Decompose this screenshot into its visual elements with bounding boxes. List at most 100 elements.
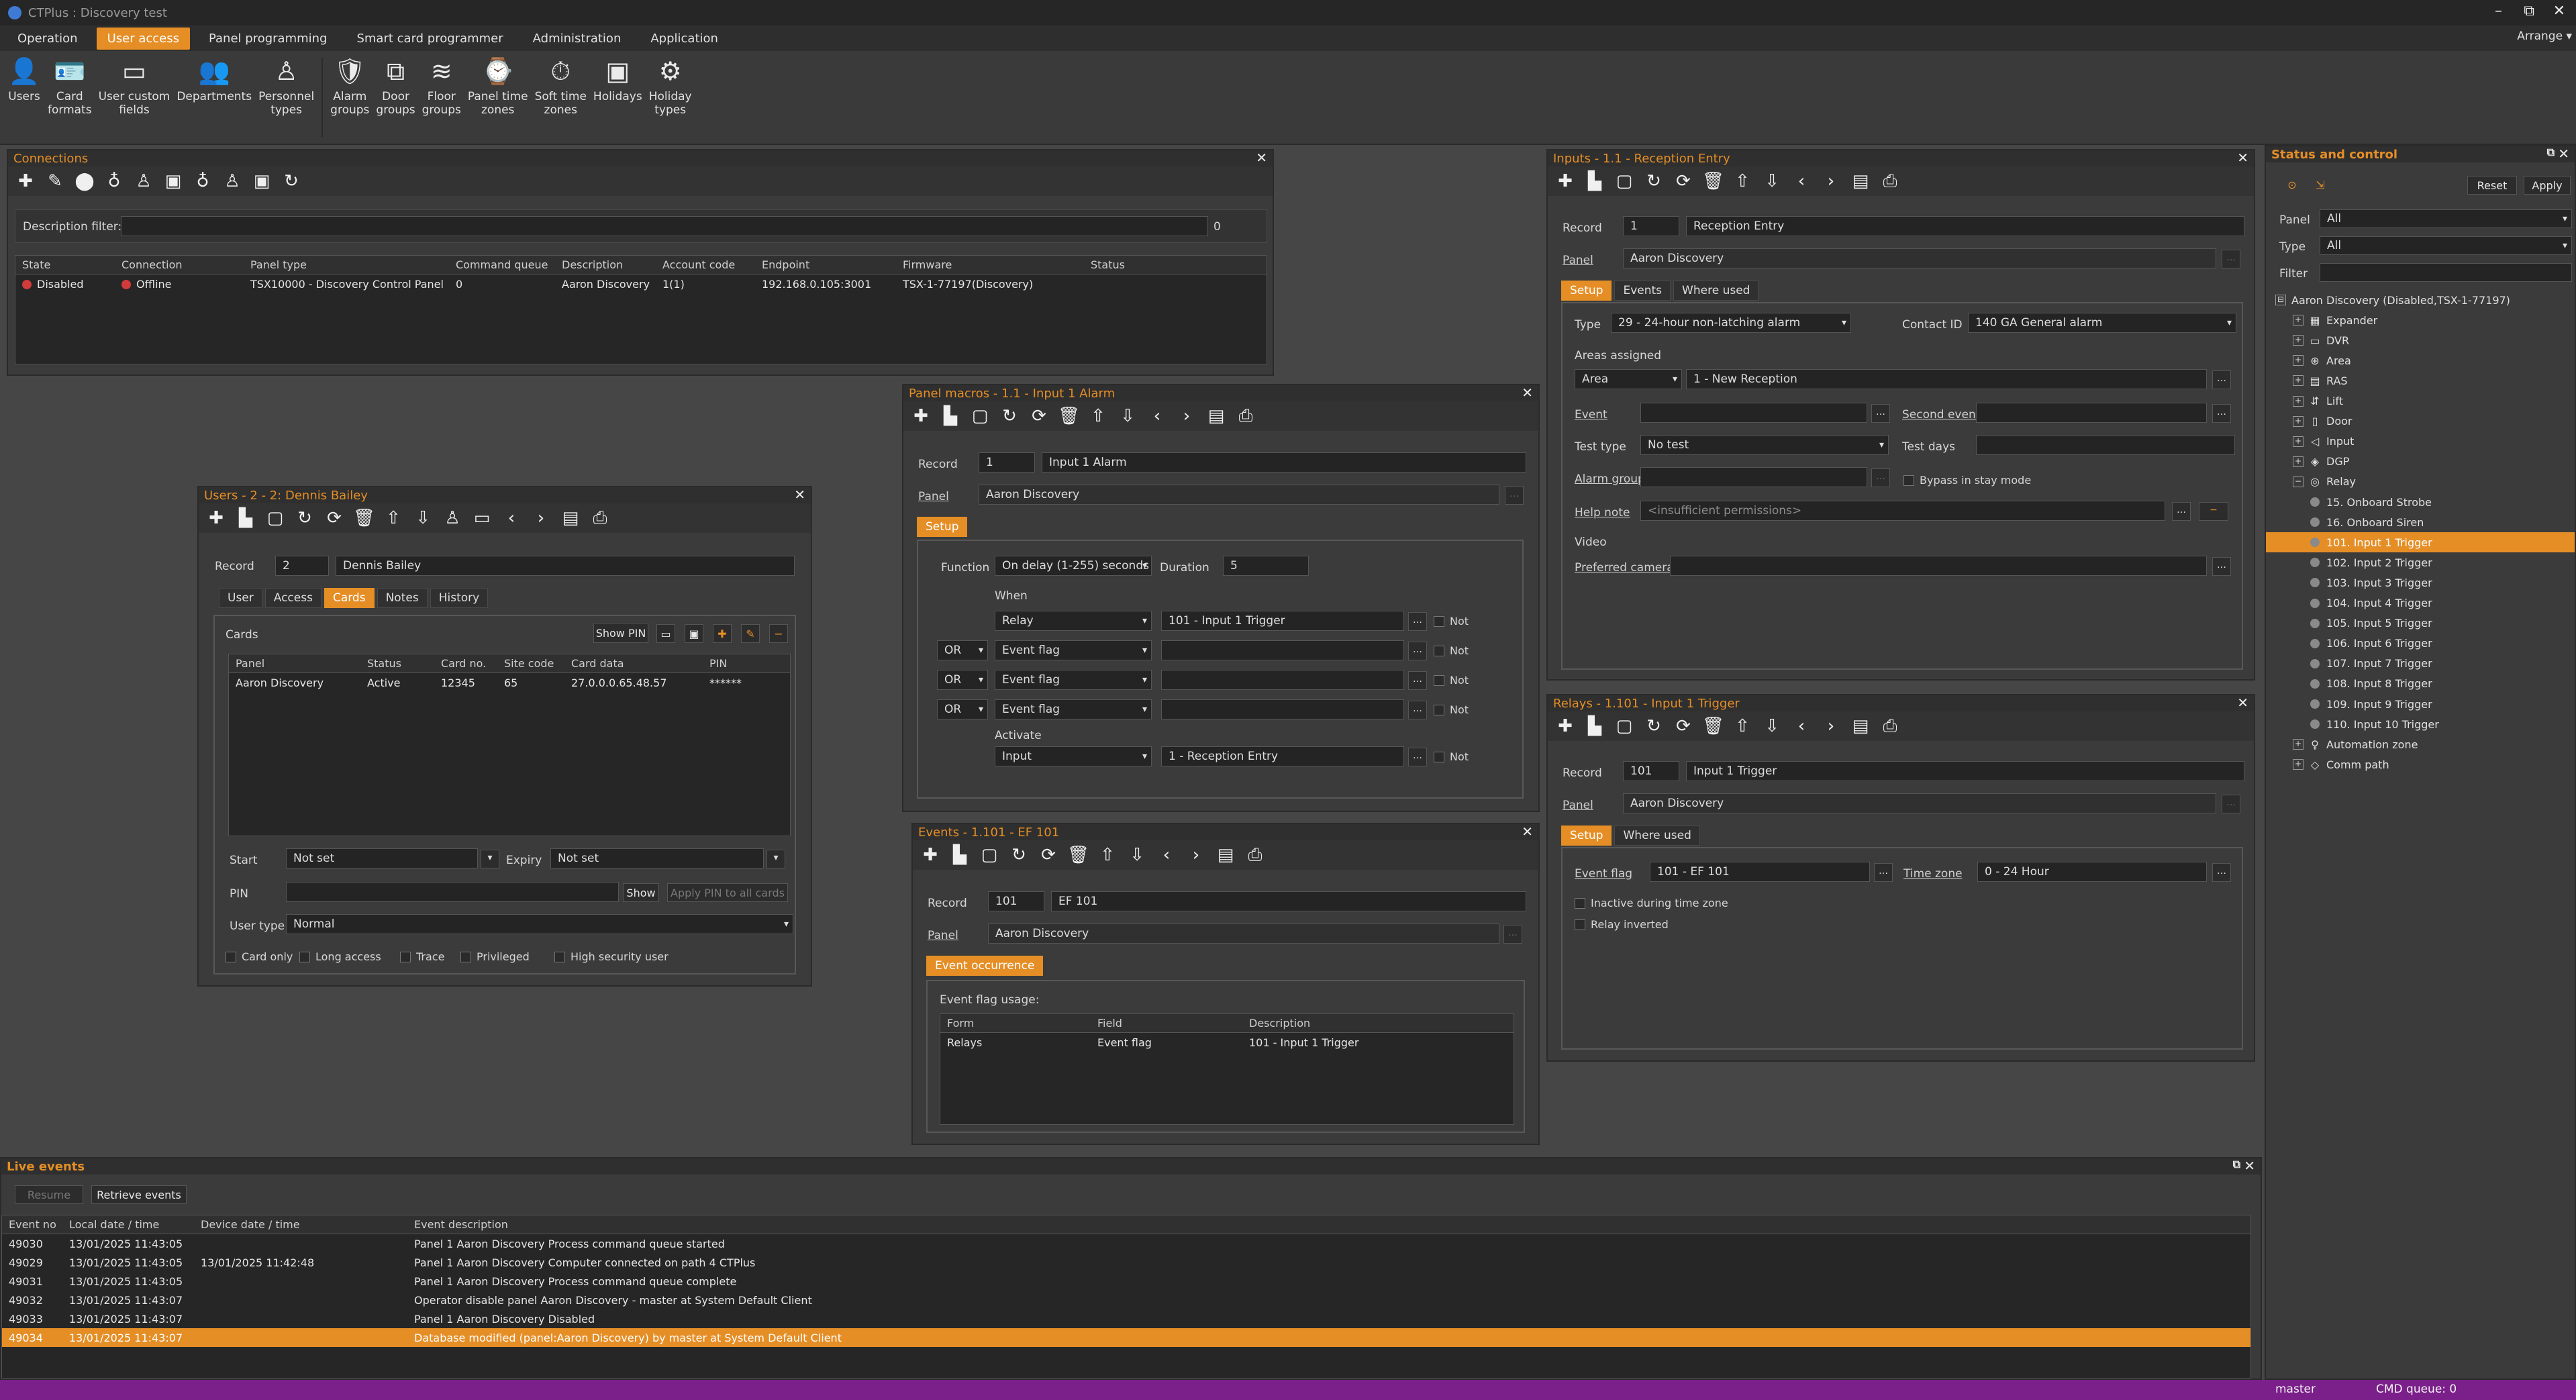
expand-icon[interactable]: + — [2293, 739, 2303, 750]
delete-icon[interactable]: 🗑 — [1702, 171, 1724, 191]
event-browse-button[interactable]: … — [1871, 404, 1890, 423]
pin-icon[interactable]: ⧉ — [2547, 146, 2555, 159]
print-icon[interactable]: ⎙ — [1244, 845, 1266, 865]
edit-icon[interactable]: ✎ — [44, 171, 66, 191]
ribbon-card-formats-button[interactable]: 🪪 Card formats — [44, 51, 95, 144]
delete-icon[interactable]: 🗑 — [353, 508, 375, 528]
tree-item-102-input-2-trigger[interactable]: 102. Input 2 Trigger — [2266, 552, 2575, 572]
column-header[interactable]: Status — [1084, 258, 1218, 271]
column-header[interactable]: Firmware — [896, 258, 1084, 271]
column-header[interactable]: Local date / time — [62, 1218, 194, 1231]
upload-icon[interactable]: ⇧ — [1087, 406, 1109, 426]
ribbon-personnel-types-button[interactable]: ♙ Personnel types — [255, 51, 317, 144]
save-icon[interactable]: ▙ — [235, 508, 256, 528]
expand-icon[interactable]: + — [2293, 355, 2303, 366]
record-number-field[interactable]: 2 — [275, 556, 329, 576]
user-icon[interactable]: ♙ — [133, 171, 154, 191]
column-header[interactable]: Device date / time — [194, 1218, 407, 1231]
panel-link[interactable]: Panel — [1563, 254, 1593, 267]
close-icon[interactable]: ✕ — [2558, 146, 2569, 162]
close-icon[interactable]: ✕ — [1256, 150, 1267, 166]
alarm-group-browse-button[interactable]: … — [1871, 468, 1890, 487]
tab-notes[interactable]: Notes — [377, 588, 428, 608]
ribbon-users-button[interactable]: 👤 Users — [4, 51, 44, 144]
table-row[interactable]: 49032 13/01/2025 11:43:07 Operator disable… — [2, 1291, 2250, 1309]
report-icon[interactable]: ▤ — [560, 508, 581, 528]
upload-icon[interactable]: ⇧ — [1732, 716, 1753, 736]
activate-type-select[interactable]: Input ▾ — [995, 746, 1152, 766]
print-icon[interactable]: ⎙ — [1879, 171, 1901, 191]
copy-icon[interactable]: ▢ — [264, 508, 286, 528]
pin-field[interactable] — [286, 882, 619, 902]
long-access-checkbox[interactable]: Long access — [299, 950, 381, 963]
type-filter-select[interactable]: All ▾ — [2320, 236, 2572, 255]
circle-icon[interactable]: ⬤ — [74, 171, 95, 191]
record-number-field[interactable]: 1 — [1623, 216, 1679, 236]
reload-icon[interactable]: ⟳ — [1028, 406, 1050, 426]
collapse-icon[interactable]: ⊟ — [2275, 295, 2286, 305]
minimize-icon[interactable]: – — [2495, 3, 2502, 19]
next-icon[interactable]: › — [1185, 845, 1207, 865]
condition-browse-button[interactable]: … — [1408, 612, 1427, 631]
condition-type-select[interactable]: Relay ▾ — [995, 611, 1152, 631]
control-view-icon[interactable]: ⇲ — [2309, 174, 2332, 195]
column-header[interactable]: Status — [360, 657, 434, 670]
area-value-field[interactable]: 1 - New Reception — [1686, 369, 2207, 389]
tree-item-110-input-10-trigger[interactable]: 110. Input 10 Trigger — [2266, 714, 2575, 734]
tab-where-used[interactable]: Where used — [1614, 826, 1700, 846]
tree-item-106-input-6-trigger[interactable]: 106. Input 6 Trigger — [2266, 634, 2575, 654]
tab-user[interactable]: User — [219, 588, 262, 608]
column-header[interactable]: Endpoint — [755, 258, 896, 271]
delete-icon[interactable]: 🗑 — [1067, 845, 1089, 865]
column-header[interactable]: Card data — [564, 657, 703, 670]
record-name-field[interactable]: Input 1 Alarm — [1042, 452, 1526, 472]
column-header[interactable]: Panel type — [244, 258, 449, 271]
download-icon[interactable]: ⇩ — [1117, 406, 1138, 426]
ribbon-alarm-groups-button[interactable]: 🛡 Alarm groups — [327, 51, 373, 144]
menu-administration[interactable]: Administration — [522, 28, 632, 50]
column-header[interactable]: Connection — [115, 258, 244, 271]
copy-icon[interactable]: ▢ — [969, 406, 991, 426]
duration-field[interactable]: 5 — [1223, 556, 1309, 576]
condition-not-checkbox[interactable]: Not — [1434, 703, 1469, 716]
ribbon-departments-button[interactable]: 👥 Departments — [173, 51, 255, 144]
show-button[interactable]: Show — [623, 883, 659, 902]
arrange-menu[interactable]: Arrange ▾ — [2517, 30, 2572, 43]
condition-not-checkbox[interactable]: Not — [1434, 674, 1469, 687]
tree-item-ras[interactable]: + ▤ RAS — [2266, 370, 2575, 391]
menu-application[interactable]: Application — [640, 28, 729, 50]
column-header[interactable]: Panel — [229, 657, 360, 670]
card-edit-icon[interactable]: ▣ — [685, 624, 703, 643]
refresh-icon[interactable]: ↻ — [999, 406, 1020, 426]
condition-type-select[interactable]: Event flag ▾ — [995, 699, 1152, 719]
table-row[interactable]: 49034 13/01/2025 11:43:07 Database modifie… — [2, 1328, 2250, 1347]
trace-checkbox[interactable]: Trace — [400, 950, 444, 963]
expand-icon[interactable]: + — [2293, 375, 2303, 387]
column-header[interactable]: Description — [1242, 1017, 1497, 1030]
event-flag-field[interactable]: 101 - EF 101 — [1650, 862, 1870, 882]
tree-item-103-input-3-trigger[interactable]: 103. Input 3 Trigger — [2266, 572, 2575, 593]
ribbon-soft-time-zones-button[interactable]: ⏱ Soft time zones — [532, 51, 590, 144]
close-icon[interactable]: ✕ — [1522, 385, 1533, 401]
table-row[interactable]: Relays Event flag 101 - Input 1 Trigger — [940, 1033, 1514, 1052]
condition-value-field[interactable] — [1161, 699, 1404, 719]
reload-icon[interactable]: ⟳ — [1673, 716, 1694, 736]
event-link[interactable]: Event — [1575, 408, 1607, 421]
expiry-dropdown-icon[interactable]: ▾ — [766, 850, 785, 868]
start-date-field[interactable]: Not set — [286, 848, 478, 868]
time-zone-link[interactable]: Time zone — [1903, 867, 1963, 881]
menu-panel-programming[interactable]: Panel programming — [198, 28, 338, 50]
tab-cards[interactable]: Cards — [324, 588, 375, 608]
help-note-browse-button[interactable]: … — [2172, 502, 2191, 521]
remove-card-icon[interactable]: − — [769, 624, 788, 643]
condition-value-field[interactable]: 101 - Input 1 Trigger — [1161, 611, 1404, 631]
condition-not-checkbox[interactable]: Not — [1434, 644, 1469, 657]
table-row[interactable]: Aaron Discovery Active 12345 65 27.0.0.0… — [229, 673, 790, 692]
previous-icon[interactable]: ‹ — [1791, 716, 1812, 736]
reload-icon[interactable]: ⟳ — [1673, 171, 1694, 191]
print-icon[interactable]: ⎙ — [589, 508, 611, 528]
tree-item-109-input-9-trigger[interactable]: 109. Input 9 Trigger — [2266, 694, 2575, 714]
download-icon[interactable]: ⇩ — [1761, 171, 1783, 191]
condition-type-select[interactable]: Event flag ▾ — [995, 640, 1152, 660]
table-row[interactable]: Disabled Offline TSX10000 - Discovery Co… — [15, 274, 1267, 293]
